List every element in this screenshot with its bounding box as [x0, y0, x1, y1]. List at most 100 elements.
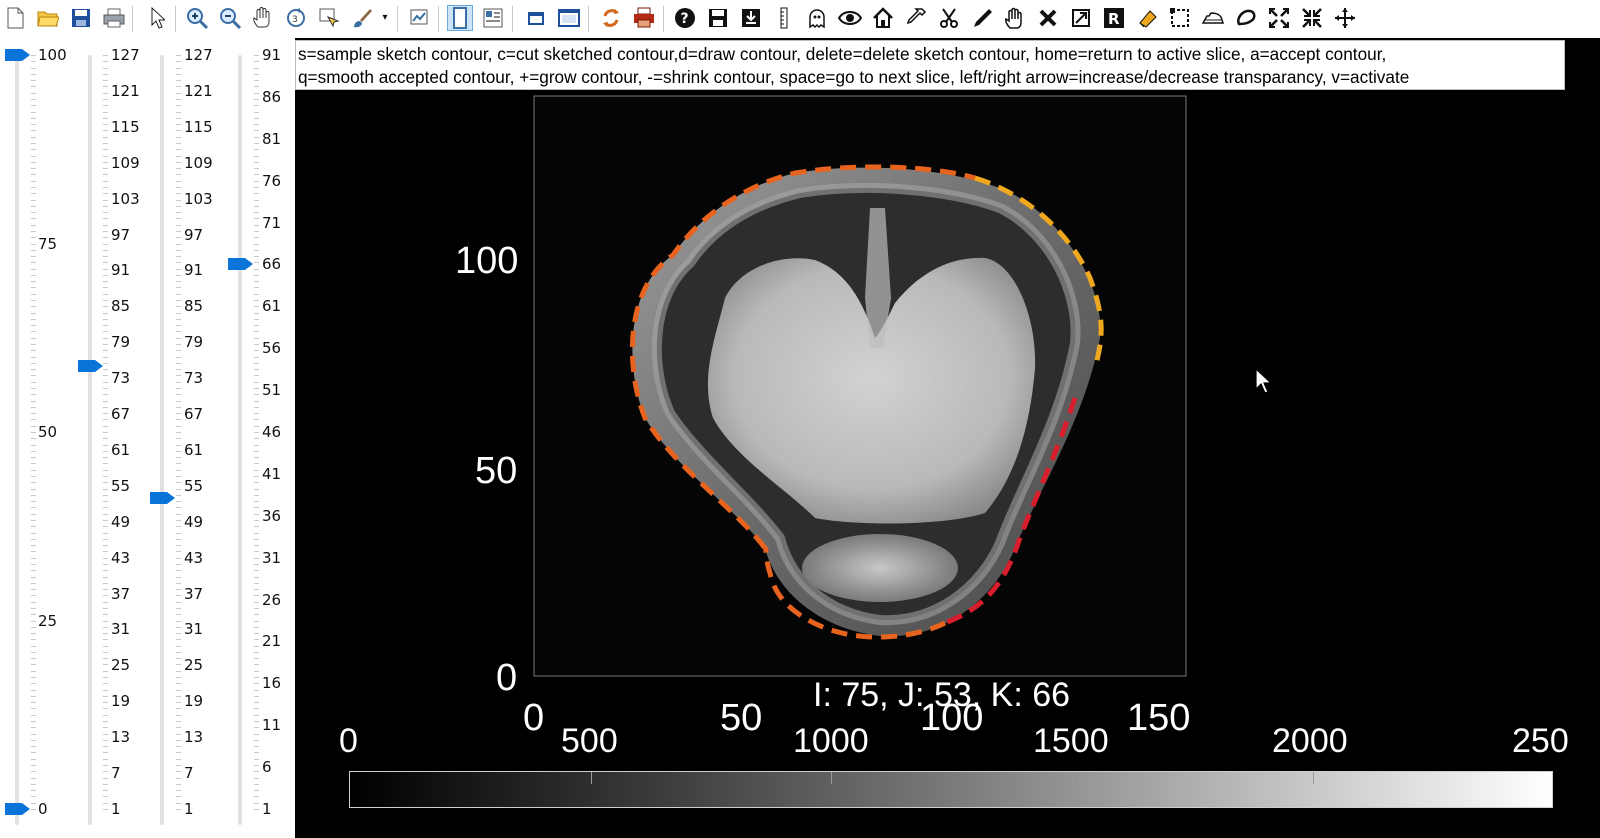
- pointer-icon[interactable]: [144, 5, 170, 31]
- close-x-icon[interactable]: [1035, 5, 1061, 31]
- eye-icon[interactable]: [837, 5, 863, 31]
- eraser-icon[interactable]: [1134, 5, 1160, 31]
- slice-j-slider-thumb[interactable]: [149, 490, 175, 506]
- rotate-3d-icon[interactable]: 3: [283, 5, 309, 31]
- slice-k-slider-track[interactable]: [238, 55, 242, 825]
- move-icon[interactable]: [1332, 5, 1358, 31]
- save-disk-icon[interactable]: [705, 5, 731, 31]
- slice-j-slider-track[interactable]: [160, 55, 164, 825]
- slider-tick-label: 21: [262, 632, 282, 651]
- eyedropper-icon[interactable]: [903, 5, 929, 31]
- slider-panel: 100 75 50 25 0 127 121 115 109 103 97 91 85 79 73 67 61 5…: [0, 38, 295, 838]
- slider-tick-label: 103: [184, 189, 213, 208]
- slider-tick-label: 37: [184, 584, 204, 603]
- slider-tick-label: 25: [184, 656, 204, 675]
- x-tick-50: 50: [720, 697, 763, 739]
- slider-tick-label: 76: [262, 171, 282, 190]
- select-rect-icon[interactable]: [1167, 5, 1193, 31]
- ghost-icon[interactable]: [804, 5, 830, 31]
- slider-tick-label: 81: [262, 129, 282, 148]
- slider-tick-label: 85: [184, 297, 204, 316]
- slider-tick-label: 67: [184, 405, 204, 424]
- slider-tick-label: 25: [38, 611, 58, 630]
- slider-tick-label: 67: [111, 405, 131, 424]
- main-toolbar: 3 ▾ ? R: [0, 0, 1600, 39]
- expand-icon[interactable]: [1266, 5, 1292, 31]
- slider-tick-label: 61: [111, 440, 131, 459]
- printer-red-icon[interactable]: [631, 5, 657, 31]
- refresh-icon[interactable]: [598, 5, 624, 31]
- slider-tick-label: 61: [262, 297, 282, 316]
- slider-tick-label: 91: [111, 261, 131, 280]
- y-tick-100: 100: [455, 240, 519, 282]
- colorbar-tick-1500: 1500: [1033, 722, 1109, 760]
- colorbar-tick-2000: 2000: [1272, 722, 1348, 760]
- svg-text:?: ?: [681, 11, 689, 27]
- slider-tick-label: 7: [111, 764, 121, 783]
- link-plot-icon[interactable]: [406, 5, 432, 31]
- slice-i-slider-track[interactable]: [88, 55, 92, 825]
- slider-tick-label: 31: [262, 548, 282, 567]
- slider-tick-label: 13: [111, 728, 131, 747]
- colorbar: [349, 771, 1553, 808]
- layout-icon[interactable]: [447, 5, 473, 31]
- slider-tick-label: 37: [111, 584, 131, 603]
- slider-tick-label: 91: [184, 261, 204, 280]
- slider-tick-label: 25: [111, 656, 131, 675]
- zoom-out-icon[interactable]: [217, 5, 243, 31]
- new-file-icon[interactable]: [2, 5, 28, 31]
- pen-icon[interactable]: [969, 5, 995, 31]
- r-icon[interactable]: R: [1101, 5, 1127, 31]
- slider-tick-label: 86: [262, 87, 282, 106]
- lasso-icon[interactable]: [1233, 5, 1259, 31]
- ruler-icon[interactable]: [771, 5, 797, 31]
- slider-tick-label: 31: [184, 620, 204, 639]
- x-tick-0: 0: [523, 697, 545, 739]
- slider-tick-label: 1: [184, 800, 194, 818]
- slider-tick-label: 85: [111, 297, 131, 316]
- slider-tick-label: 49: [184, 512, 204, 531]
- slider-tick-label: 56: [262, 339, 282, 358]
- slider-tick-label: 55: [184, 476, 204, 495]
- home-icon[interactable]: [870, 5, 896, 31]
- slider-tick-label: 31: [111, 620, 131, 639]
- chevron-down-icon[interactable]: ▾: [378, 5, 392, 31]
- slider-tick-label: 49: [111, 512, 131, 531]
- slider-tick-label: 7: [184, 764, 194, 783]
- colorbar-tick-0: 0: [339, 722, 358, 760]
- slider-tick-label: 51: [262, 381, 282, 400]
- slider-tick-label: 79: [184, 333, 204, 352]
- zoom-in-icon[interactable]: [184, 5, 210, 31]
- iron-icon[interactable]: [1200, 5, 1226, 31]
- slice-i-slider-thumb[interactable]: [77, 358, 103, 374]
- slice-k-slider-thumb[interactable]: [227, 256, 253, 272]
- window-icon[interactable]: [523, 5, 549, 31]
- slider-tick-label: 91: [262, 46, 282, 64]
- slider-tick-label: 46: [262, 423, 282, 441]
- slider-tick-label: 79: [111, 333, 131, 352]
- hand-icon[interactable]: [1002, 5, 1028, 31]
- maximize-window-icon[interactable]: [556, 5, 582, 31]
- slider-tick-label: 50: [38, 423, 58, 441]
- pan-hand-icon[interactable]: [250, 5, 276, 31]
- colorbar-tick-2500: 250: [1512, 722, 1569, 760]
- crop-icon[interactable]: [1068, 5, 1094, 31]
- brush-icon[interactable]: [349, 5, 375, 31]
- slider-tick-label: 75: [38, 234, 58, 253]
- help-icon[interactable]: ?: [672, 5, 698, 31]
- opacity-slider-thumb[interactable]: [4, 47, 30, 63]
- x-tick-150: 150: [1127, 697, 1191, 739]
- save-icon[interactable]: [68, 5, 94, 31]
- slider-tick-label: 1: [262, 800, 272, 818]
- shrink-icon[interactable]: [1299, 5, 1325, 31]
- print-icon[interactable]: [101, 5, 127, 31]
- panel-icon[interactable]: [480, 5, 506, 31]
- scissors-icon[interactable]: [936, 5, 962, 31]
- opacity-slider-low-thumb[interactable]: [4, 801, 30, 817]
- slider-tick-label: 16: [262, 674, 282, 693]
- opacity-slider-track[interactable]: [15, 55, 19, 825]
- data-cursor-icon[interactable]: [316, 5, 342, 31]
- open-folder-icon[interactable]: [35, 5, 61, 31]
- download-icon[interactable]: [738, 5, 764, 31]
- slider-tick-label: 121: [111, 81, 140, 100]
